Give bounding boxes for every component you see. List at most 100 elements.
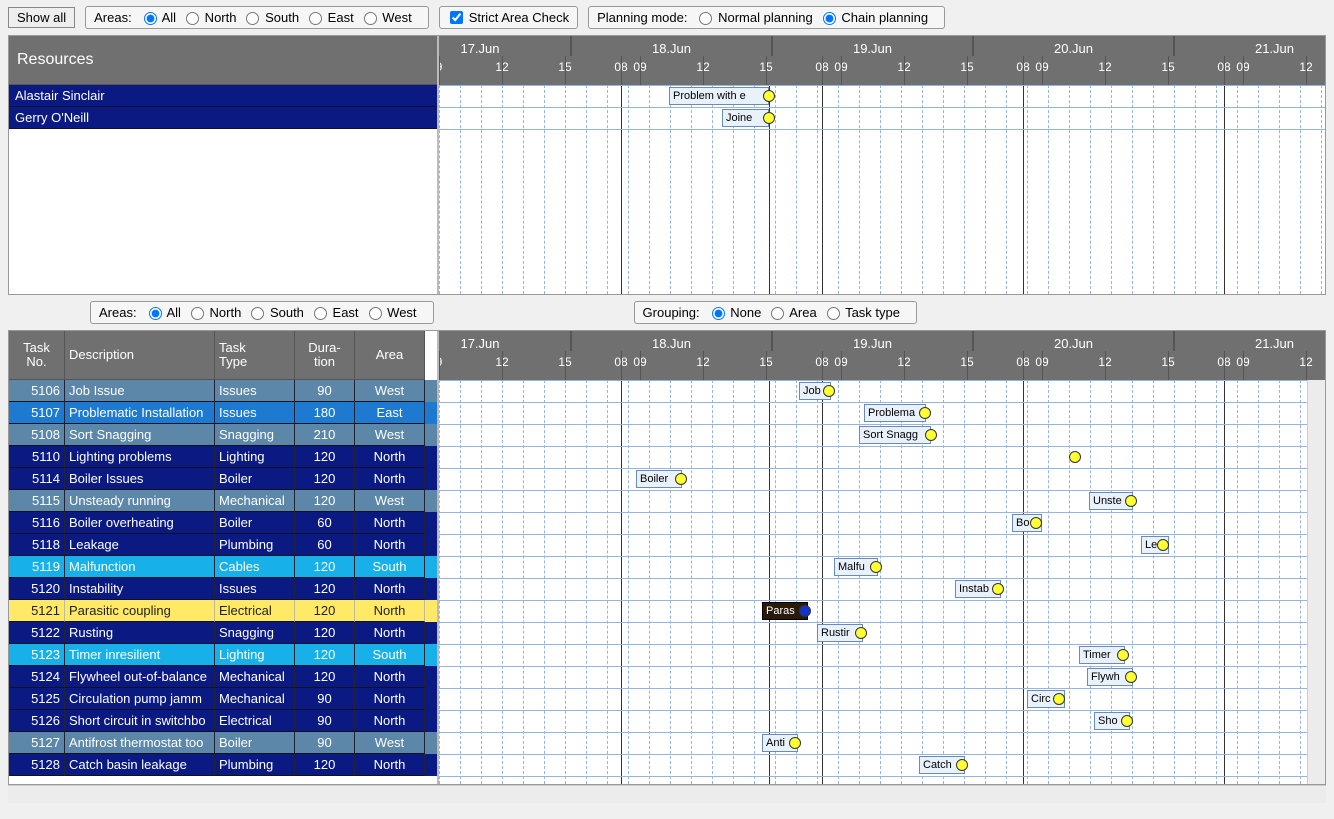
cell-task-no: 5125 [9, 688, 65, 710]
task-row[interactable]: 5120 Instability Issues 120 North [9, 578, 437, 600]
pin-icon [675, 473, 687, 485]
gantt-bar[interactable]: Sort Snagg [859, 426, 931, 444]
cell-task-type: Boiler [215, 732, 295, 754]
grouping-group: Grouping: None Area Task type [634, 301, 917, 324]
cell-task-type: Lighting [215, 446, 295, 468]
radio-all[interactable]: All [142, 10, 176, 25]
col-task-type[interactable]: Task Type [215, 331, 295, 380]
horizontal-scrollbar-right[interactable] [438, 785, 1326, 803]
cell-area: North [355, 754, 425, 776]
cell-description: Sort Snagging [65, 424, 215, 446]
task-row[interactable]: 5118 Leakage Plumbing 60 North [9, 534, 437, 556]
task-row[interactable]: 5124 Flywheel out-of-balance Mechanical … [9, 666, 437, 688]
cell-description: Rusting [65, 622, 215, 644]
task-row[interactable]: 5108 Sort Snagging Snagging 210 West [9, 424, 437, 446]
gantt-bar[interactable]: Problem with e [669, 87, 769, 105]
cell-duration: 120 [295, 468, 355, 490]
cell-task-no: 5115 [9, 490, 65, 512]
cell-area: North [355, 622, 425, 644]
gantt-bar[interactable]: Problema [864, 404, 926, 422]
cell-description: Instability [65, 578, 215, 600]
radio-area[interactable]: Area [769, 305, 816, 320]
cell-area: North [355, 688, 425, 710]
horizontal-scrollbar-left[interactable] [8, 785, 438, 803]
radio-west[interactable]: West [362, 10, 412, 25]
vertical-scrollbar[interactable] [1307, 380, 1325, 784]
radio-all[interactable]: All [147, 305, 181, 320]
task-row[interactable]: 5128 Catch basin leakage Plumbing 120 No… [9, 754, 437, 776]
cell-task-no: 5106 [9, 380, 65, 402]
task-row[interactable]: 5110 Lighting problems Lighting 120 Nort… [9, 446, 437, 468]
strict-check-label[interactable]: Strict Area Check [469, 10, 569, 25]
task-row[interactable]: 5121 Parasitic coupling Electrical 120 N… [9, 600, 437, 622]
cell-task-type: Electrical [215, 600, 295, 622]
cell-task-type: Snagging [215, 622, 295, 644]
cell-task-no: 5118 [9, 534, 65, 556]
resources-timeline[interactable]: 17.Jun18.Jun19.Jun20.Jun21.Jun9121508091… [439, 36, 1325, 294]
cell-task-type: Snagging [215, 424, 295, 446]
radio-chain-planning[interactable]: Chain planning [821, 10, 928, 25]
resource-row[interactable]: Gerry O'Neill [9, 107, 437, 129]
show-all-button[interactable]: Show all [8, 7, 75, 28]
cell-description: Short circuit in switchbo [65, 710, 215, 732]
radio-south[interactable]: South [249, 305, 304, 320]
task-row[interactable]: 5115 Unsteady running Mechanical 120 Wes… [9, 490, 437, 512]
cell-area: West [355, 490, 425, 512]
task-row[interactable]: 5126 Short circuit in switchbo Electrica… [9, 710, 437, 732]
col-duration[interactable]: Dura- tion [295, 331, 355, 380]
cell-task-type: Electrical [215, 710, 295, 732]
cell-duration: 120 [295, 666, 355, 688]
task-row[interactable]: 5127 Antifrost thermostat too Boiler 90 … [9, 732, 437, 754]
day-label: 20.Jun [973, 331, 1174, 351]
day-label: 20.Jun [973, 36, 1174, 56]
cell-area: West [355, 380, 425, 402]
pin-icon [1030, 517, 1042, 529]
cell-duration: 60 [295, 534, 355, 556]
cell-description: Boiler Issues [65, 468, 215, 490]
task-row[interactable]: 5106 Job Issue Issues 90 West [9, 380, 437, 402]
col-area[interactable]: Area [355, 331, 425, 380]
pin-icon [992, 583, 1004, 595]
radio-none[interactable]: None [710, 305, 762, 320]
cell-duration: 90 [295, 710, 355, 732]
radio-east[interactable]: East [307, 10, 354, 25]
radio-south[interactable]: South [244, 10, 299, 25]
cell-task-type: Mechanical [215, 666, 295, 688]
cell-description: Malfunction [65, 556, 215, 578]
day-label: 18.Jun [571, 36, 772, 56]
cell-duration: 120 [295, 490, 355, 512]
task-row[interactable]: 5122 Rusting Snagging 120 North [9, 622, 437, 644]
pin-icon [1053, 693, 1065, 705]
task-row[interactable]: 5114 Boiler Issues Boiler 120 North [9, 468, 437, 490]
radio-north[interactable]: North [184, 10, 236, 25]
gantt-bar[interactable]: Joine [722, 109, 769, 127]
pin-icon [1117, 649, 1129, 661]
strict-area-check[interactable] [450, 11, 463, 24]
radio-west[interactable]: West [367, 305, 417, 320]
pin-icon [1121, 715, 1133, 727]
cell-duration: 120 [295, 578, 355, 600]
radio-north[interactable]: North [189, 305, 241, 320]
cell-task-no: 5110 [9, 446, 65, 468]
timeline-body[interactable]: Problem with e Joine [439, 85, 1325, 294]
resource-row[interactable]: Alastair Sinclair [9, 85, 437, 107]
pin-icon [789, 737, 801, 749]
cell-area: North [355, 578, 425, 600]
task-row[interactable]: 5123 Timer inresilient Lighting 120 Sout… [9, 644, 437, 666]
tasks-timeline[interactable]: 17.Jun18.Jun19.Jun20.Jun21.Jun9121508091… [439, 331, 1325, 784]
radio-east[interactable]: East [312, 305, 359, 320]
task-row[interactable]: 5107 Problematic Installation Issues 180… [9, 402, 437, 424]
timeline-body-2[interactable]: Job Problema Sort Snagg Boiler Unste Bo … [439, 380, 1325, 784]
radio-normal-planning[interactable]: Normal planning [697, 10, 812, 25]
cell-area: North [355, 512, 425, 534]
task-row[interactable]: 5125 Circulation pump jamm Mechanical 90… [9, 688, 437, 710]
col-task-no[interactable]: Task No. [9, 331, 65, 380]
cell-task-no: 5127 [9, 732, 65, 754]
areas-filter-group: Areas: All North South East West [85, 6, 429, 29]
task-row[interactable]: 5119 Malfunction Cables 120 South [9, 556, 437, 578]
col-description[interactable]: Description [65, 331, 215, 380]
task-row[interactable]: 5116 Boiler overheating Boiler 60 North [9, 512, 437, 534]
day-label: 21.Jun [1174, 36, 1325, 56]
pin-icon [1157, 539, 1169, 551]
radio-task-type[interactable]: Task type [825, 305, 900, 320]
